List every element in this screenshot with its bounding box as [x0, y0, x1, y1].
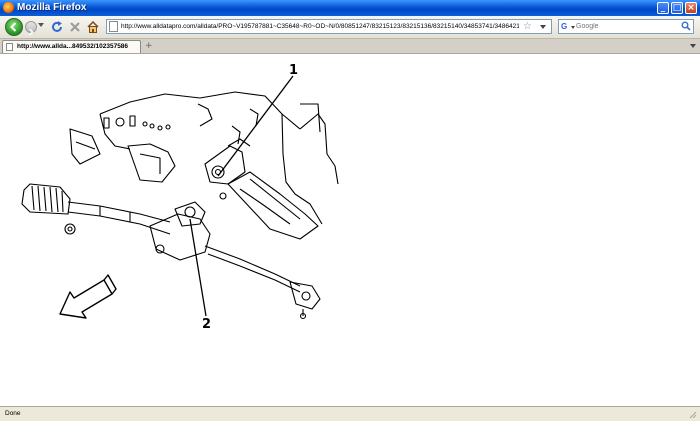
history-dropdown[interactable]: [38, 23, 44, 27]
address-bar[interactable]: http://www.alldatapro.com/alldata/PRO~V1…: [106, 19, 552, 34]
search-icon[interactable]: [681, 21, 691, 31]
reload-icon[interactable]: [50, 20, 64, 34]
steering-rack-diagram: 1 2: [21, 63, 339, 332]
search-input[interactable]: [576, 21, 676, 32]
search-bar[interactable]: G: [558, 19, 694, 34]
stop-icon[interactable]: [68, 20, 82, 34]
close-button[interactable]: ×: [685, 2, 697, 14]
engine-frame-illustration: [69, 91, 339, 240]
star-icon[interactable]: ☆: [523, 20, 532, 33]
tab-active[interactable]: http://www.allda...849532/102357586: [2, 40, 141, 53]
back-button[interactable]: [5, 18, 23, 36]
home-icon[interactable]: [86, 20, 100, 34]
new-tab-icon[interactable]: +: [145, 40, 153, 52]
page-icon: [109, 21, 118, 32]
status-bar: Done: [0, 406, 700, 421]
window-title: Mozilla Firefox: [17, 2, 87, 13]
callout-2: 2: [202, 317, 211, 332]
url-text[interactable]: http://www.alldatapro.com/alldata/PRO~V1…: [121, 21, 519, 33]
tab-label: http://www.allda...849532/102357586: [17, 43, 129, 50]
google-icon[interactable]: G: [561, 22, 570, 31]
page-content: 1 2: [0, 54, 700, 406]
resize-grip-icon[interactable]: [688, 410, 697, 419]
title-bar: Mozilla Firefox _ □ ×: [0, 0, 700, 16]
forward-button[interactable]: [25, 21, 37, 36]
search-engine-dropdown[interactable]: [571, 26, 575, 29]
list-all-tabs-button[interactable]: [690, 44, 696, 48]
url-dropdown[interactable]: [540, 25, 546, 29]
callout-1: 1: [289, 63, 298, 78]
forward-arrow-icon: [28, 28, 34, 36]
firefox-icon: [3, 2, 14, 13]
maximize-button[interactable]: □: [671, 2, 683, 14]
page-icon: [6, 43, 13, 51]
back-arrow-icon: [10, 22, 17, 32]
status-text: Done: [5, 410, 21, 417]
minimize-button[interactable]: _: [657, 2, 669, 14]
callout-leaders: [189, 75, 294, 317]
steering-rack-illustration: [21, 138, 321, 320]
direction-arrow-icon: [59, 274, 117, 319]
